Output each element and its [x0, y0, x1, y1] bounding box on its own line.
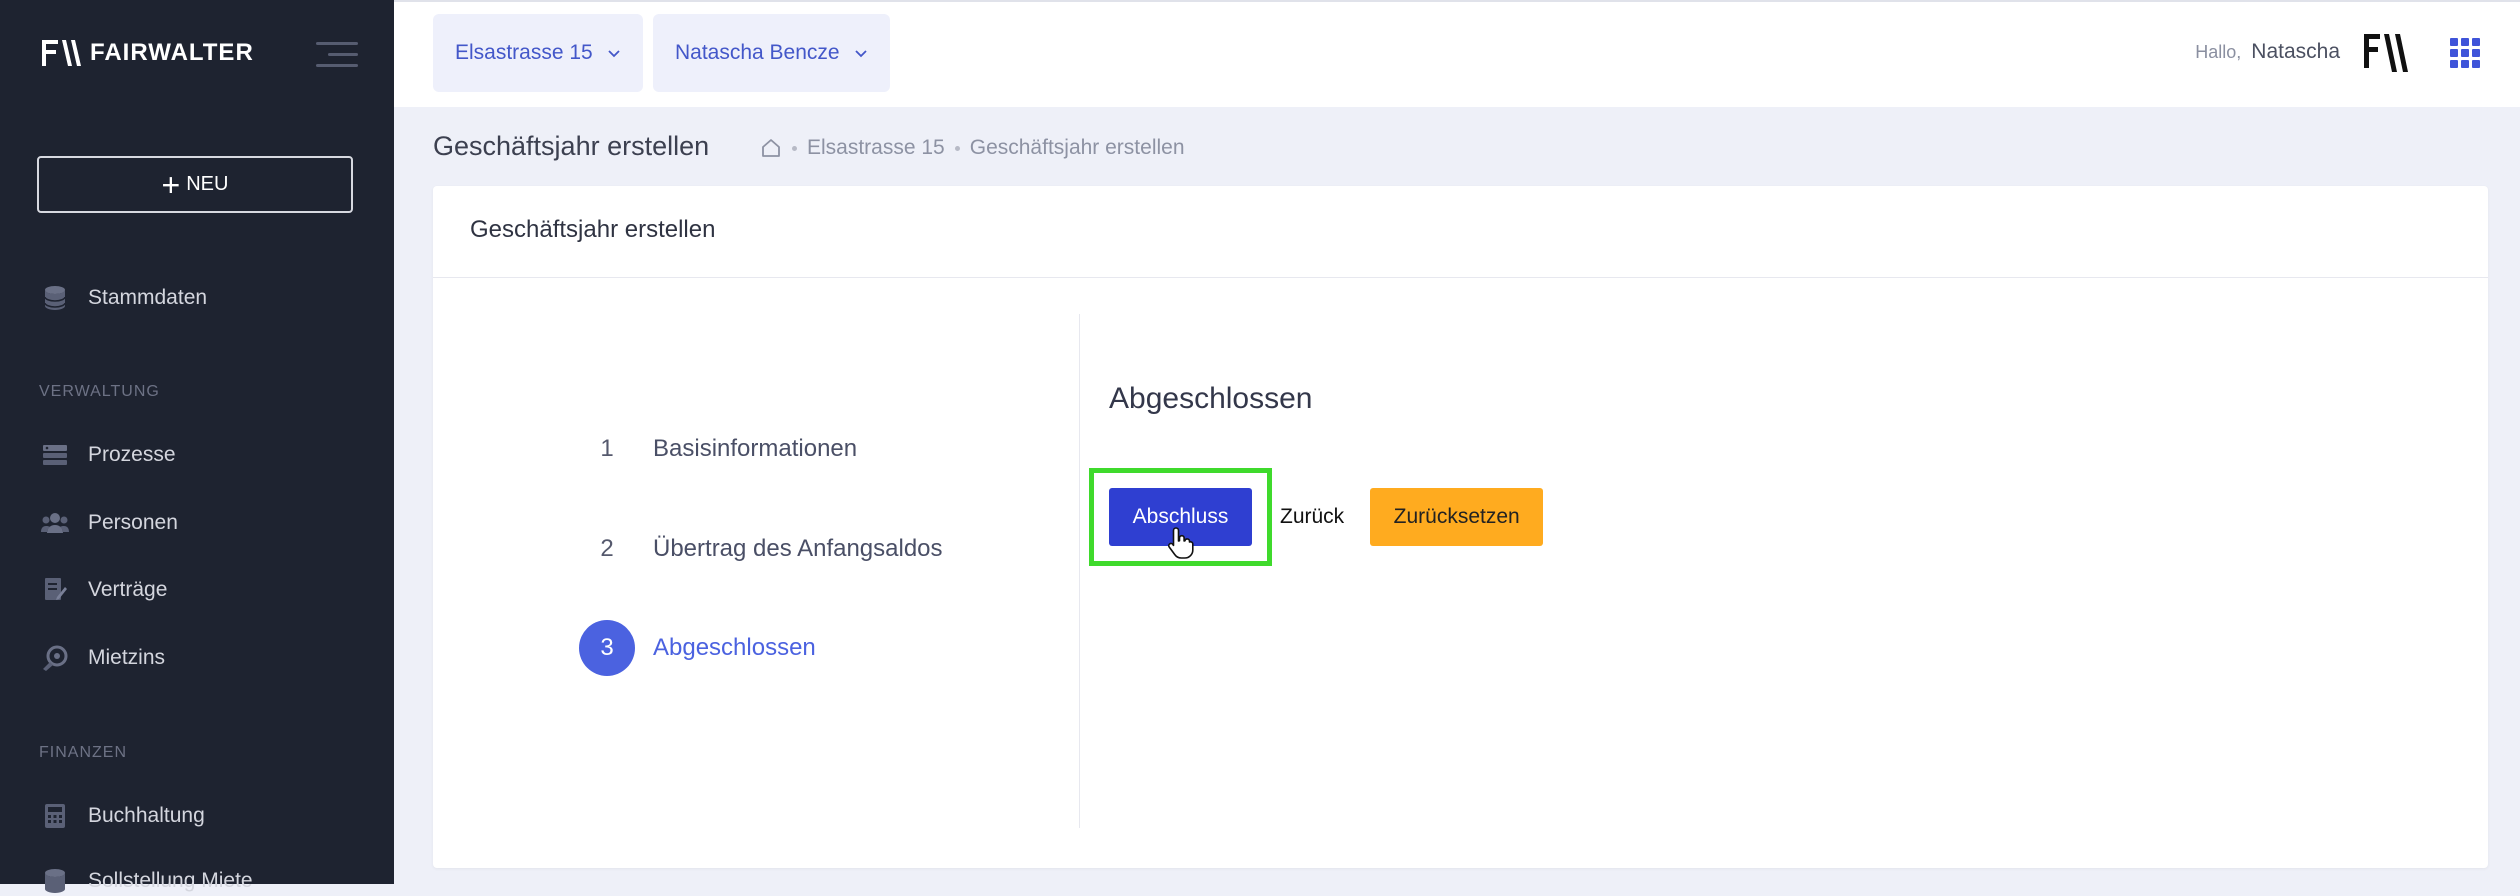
chevron-down-icon [608, 50, 620, 58]
users-icon [40, 508, 70, 538]
server-icon [40, 440, 70, 470]
apps-grid-icon[interactable] [2450, 38, 2480, 68]
card-header: Geschäftsjahr erstellen [433, 186, 2488, 278]
sidebar-item-buchhaltung[interactable]: Buchhaltung [40, 801, 205, 831]
step-label: Abgeschlossen [653, 634, 816, 661]
sidebar-item-sollstellung-miete[interactable]: Sollstellung Miete [40, 866, 253, 896]
sidebar-item-label: Verträge [88, 578, 168, 601]
wizard-card: Geschäftsjahr erstellen 1 Basisinformati… [433, 186, 2488, 868]
sidebar-item-label: Stammdaten [88, 286, 208, 309]
sidebar-item-label: Prozesse [88, 443, 176, 466]
sidebar-item-mietzins[interactable]: Mietzins [40, 643, 165, 673]
sidebar-item-label: Personen [88, 511, 178, 534]
chevron-down-icon [854, 50, 867, 58]
breadcrumb: Elsastrasse 15 Geschäftsjahr erstellen [760, 136, 1185, 160]
person-selector-value: Natascha Bencze [675, 41, 840, 64]
section-heading-finanzen: FINANZEN [39, 744, 127, 761]
back-button[interactable]: Zurück [1280, 505, 1344, 529]
wizard-step-2[interactable]: 2 Übertrag des Anfangsaldos [579, 521, 943, 577]
topbar: Elsastrasse 15 Natascha Bencze Hallo, Na… [394, 0, 2520, 107]
new-button-label: NEU [186, 173, 229, 195]
brand-logo[interactable]: FAIRWALTER [40, 36, 254, 70]
wizard-step-3[interactable]: 3 Abgeschlossen [579, 620, 816, 676]
step-label: Übertrag des Anfangsaldos [653, 535, 943, 562]
fairwalter-logo-icon [40, 36, 84, 70]
wizard-step-1[interactable]: 1 Basisinformationen [579, 421, 857, 477]
section-heading-verwaltung: VERWALTUNG [39, 383, 160, 400]
sidebar-item-label: Buchhaltung [88, 804, 205, 827]
sidebar: FAIRWALTER + NEU Stammdaten VERWALTUNG P… [0, 0, 394, 893]
sidebar-item-label: Sollstellung Miete [88, 869, 253, 892]
user-name: Natascha [2251, 40, 2340, 63]
breadcrumb-item-current: Geschäftsjahr erstellen [969, 136, 1185, 159]
rent-icon [40, 643, 70, 673]
brand-name: FAIRWALTER [90, 39, 254, 66]
user-avatar-icon[interactable] [2362, 30, 2410, 76]
database-icon [40, 866, 70, 896]
reset-button[interactable]: Zurücksetzen [1370, 488, 1544, 546]
calculator-icon [40, 801, 70, 831]
property-selector-value: Elsastrasse 15 [455, 41, 593, 64]
reset-button-label: Zurücksetzen [1393, 505, 1520, 528]
plus-icon: + [161, 166, 181, 203]
user-greeting[interactable]: Hallo, Natascha [2195, 40, 2340, 64]
sidebar-item-label: Mietzins [88, 646, 166, 669]
greeting-text: Hallo, [2195, 42, 2242, 62]
step-number: 2 [600, 535, 614, 562]
sidebar-item-vertraege[interactable]: Verträge [40, 575, 167, 605]
hand-cursor-icon [1167, 527, 1194, 559]
wizard-actions: Abschluss Zurück Zurücksetzen [1089, 468, 1544, 566]
sidebar-item-prozesse[interactable]: Prozesse [40, 440, 176, 470]
home-icon[interactable] [760, 138, 782, 158]
step-divider [1079, 314, 1080, 828]
contract-icon [40, 575, 70, 605]
step-content-title: Abgeschlossen [1109, 382, 1313, 415]
card-title: Geschäftsjahr erstellen [470, 216, 716, 243]
breadcrumb-item-property[interactable]: Elsastrasse 15 [807, 136, 945, 160]
database-icon [40, 283, 70, 313]
property-selector[interactable]: Elsastrasse 15 [433, 14, 643, 92]
step-label: Basisinformationen [653, 435, 858, 462]
menu-toggle-icon[interactable] [316, 40, 358, 70]
finish-button[interactable]: Abschluss [1089, 468, 1272, 566]
step-number-active: 3 [579, 620, 635, 676]
sidebar-item-personen[interactable]: Personen [40, 508, 178, 538]
sidebar-item-stammdaten[interactable]: Stammdaten [40, 283, 207, 313]
new-button[interactable]: + NEU [37, 156, 353, 213]
person-selector[interactable]: Natascha Bencze [653, 14, 890, 92]
page-title: Geschäftsjahr erstellen [433, 131, 710, 161]
step-number: 1 [600, 435, 614, 462]
